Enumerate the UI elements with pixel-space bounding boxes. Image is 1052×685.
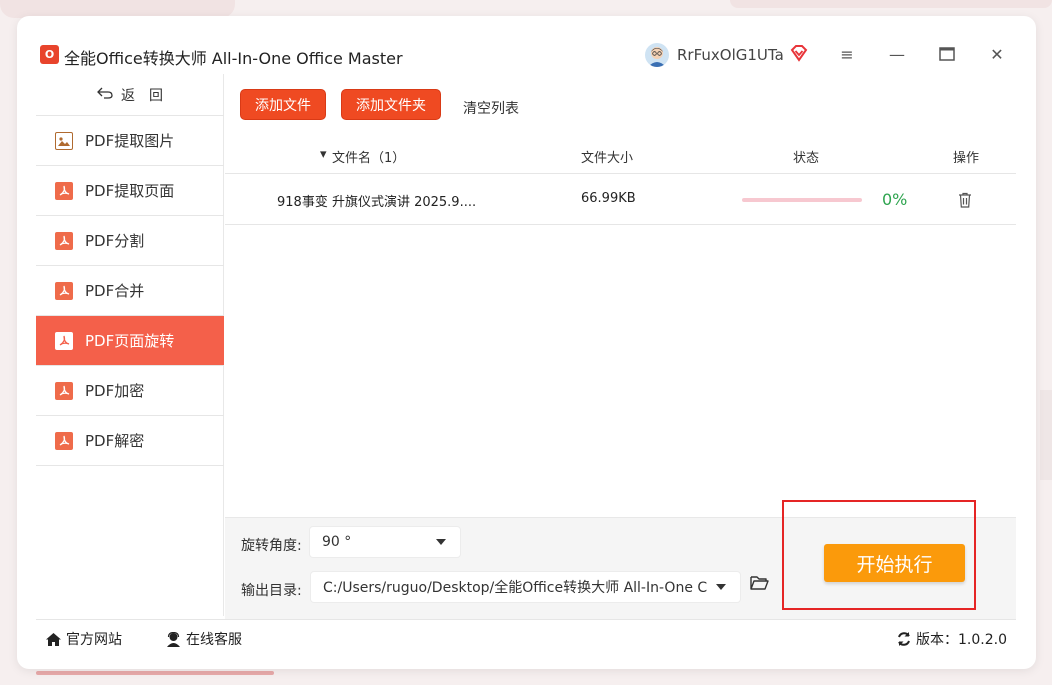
- online-support-label: 在线客服: [186, 632, 242, 648]
- folder-icon[interactable]: [750, 575, 769, 591]
- background-shape: [730, 0, 1052, 8]
- column-header-status: 状态: [793, 151, 820, 166]
- file-table-header: ▾ 文件名（1） 文件大小 状态 操作: [225, 138, 1016, 174]
- trash-icon[interactable]: [958, 192, 972, 208]
- output-dir-select[interactable]: C:/Users/ruguo/Desktop/全能Office转换大师 All-…: [311, 572, 740, 602]
- image-icon: [55, 131, 73, 150]
- clear-list-button[interactable]: 清空列表: [463, 98, 519, 118]
- pdf-icon: [55, 181, 73, 200]
- rotate-angle-label: 旋转角度:: [241, 538, 302, 554]
- app-logo-icon: O: [40, 45, 59, 64]
- sidebar: 返 回 PDF提取图片 PDF提取页面 PDF分割 PDF合并 PDF页面旋转 …: [36, 74, 224, 616]
- sidebar-item-label: PDF提取页面: [85, 182, 175, 200]
- add-folder-button[interactable]: 添加文件夹: [341, 89, 441, 120]
- pdf-icon: [55, 281, 73, 300]
- pdf-icon: [55, 231, 73, 250]
- minimize-icon[interactable]: —: [887, 44, 907, 64]
- column-header-action: 操作: [953, 151, 980, 166]
- sidebar-item-pdf-decrypt[interactable]: PDF解密: [36, 416, 224, 466]
- sidebar-item-label: PDF提取图片: [85, 132, 175, 150]
- start-button[interactable]: 开始执行: [824, 544, 965, 582]
- progress-bar: [742, 198, 862, 202]
- sidebar-item-pdf-encrypt[interactable]: PDF加密: [36, 366, 224, 416]
- vip-diamond-icon[interactable]: [790, 44, 808, 62]
- app-window: O 全能Office转换大师 All-In-One Office Master …: [17, 16, 1036, 669]
- sidebar-item-label: PDF加密: [85, 382, 145, 400]
- pdf-icon: [55, 431, 73, 450]
- official-website-label: 官方网站: [66, 632, 122, 648]
- sidebar-item-label: PDF解密: [85, 432, 145, 450]
- footer: 官方网站 在线客服 版本：1.0.2.0: [36, 619, 1016, 653]
- rotate-angle-value: 90 °: [322, 534, 352, 550]
- chevron-down-icon: [716, 584, 726, 590]
- sidebar-item-label: PDF分割: [85, 232, 145, 250]
- username[interactable]: RrFuxOlG1UTa: [677, 46, 784, 64]
- background-scroll-bar: [36, 671, 274, 675]
- pdf-icon: [55, 381, 73, 400]
- row-percent: 0%: [882, 190, 908, 209]
- user-avatar[interactable]: [645, 43, 669, 67]
- home-icon: [46, 632, 61, 646]
- column-header-filesize: 文件大小: [581, 151, 634, 166]
- sidebar-item-label: PDF合并: [85, 282, 145, 300]
- options-panel: 旋转角度: 90 ° 输出目录: C:/Users/ruguo/Desktop/…: [225, 500, 1016, 619]
- version-label: 版本：1.0.2.0: [916, 632, 1007, 648]
- sidebar-item-pdf-extract-images[interactable]: PDF提取图片: [36, 116, 224, 166]
- pdf-icon: [55, 331, 73, 350]
- version-info[interactable]: 版本：1.0.2.0: [896, 629, 1007, 649]
- main-panel: 添加文件 添加文件夹 清空列表 ▾ 文件名（1） 文件大小 状态 操作 918事…: [225, 74, 1016, 619]
- back-button[interactable]: 返 回: [36, 74, 224, 116]
- online-support-link[interactable]: 在线客服: [165, 629, 242, 649]
- official-website-link[interactable]: 官方网站: [45, 629, 122, 649]
- column-header-filename[interactable]: 文件名（1）: [332, 147, 405, 166]
- row-filename: 918事变 升旗仪式演讲 2025.9....: [277, 195, 477, 210]
- sidebar-item-label: PDF页面旋转: [85, 332, 175, 350]
- sidebar-item-pdf-extract-pages[interactable]: PDF提取页面: [36, 166, 224, 216]
- table-row[interactable]: 918事变 升旗仪式演讲 2025.9.... 66.99KB 0%: [225, 175, 1016, 225]
- support-agent-icon: [167, 631, 180, 647]
- close-icon[interactable]: ✕: [987, 44, 1007, 64]
- chevron-down-icon: [436, 539, 446, 545]
- sidebar-item-pdf-merge[interactable]: PDF合并: [36, 266, 224, 316]
- sidebar-item-pdf-split[interactable]: PDF分割: [36, 216, 224, 266]
- app-title: 全能Office转换大师 All-In-One Office Master: [64, 49, 403, 68]
- row-filesize: 66.99KB: [581, 191, 636, 206]
- rotate-angle-select[interactable]: 90 °: [310, 527, 460, 557]
- back-arrow-icon: [97, 87, 113, 103]
- menu-icon[interactable]: ≡: [837, 44, 857, 64]
- output-dir-label: 输出目录:: [241, 583, 302, 599]
- add-file-button[interactable]: 添加文件: [240, 89, 326, 120]
- maximize-icon[interactable]: [937, 44, 957, 64]
- title-bar: O 全能Office转换大师 All-In-One Office Master …: [17, 16, 1036, 74]
- refresh-icon: [898, 632, 910, 646]
- sort-caret-icon[interactable]: ▾: [320, 147, 327, 162]
- background-shape: [1040, 390, 1052, 480]
- back-label: 返 回: [121, 87, 163, 104]
- output-dir-value: C:/Users/ruguo/Desktop/全能Office转换大师 All-…: [323, 580, 708, 596]
- sidebar-item-pdf-rotate[interactable]: PDF页面旋转: [36, 316, 224, 366]
